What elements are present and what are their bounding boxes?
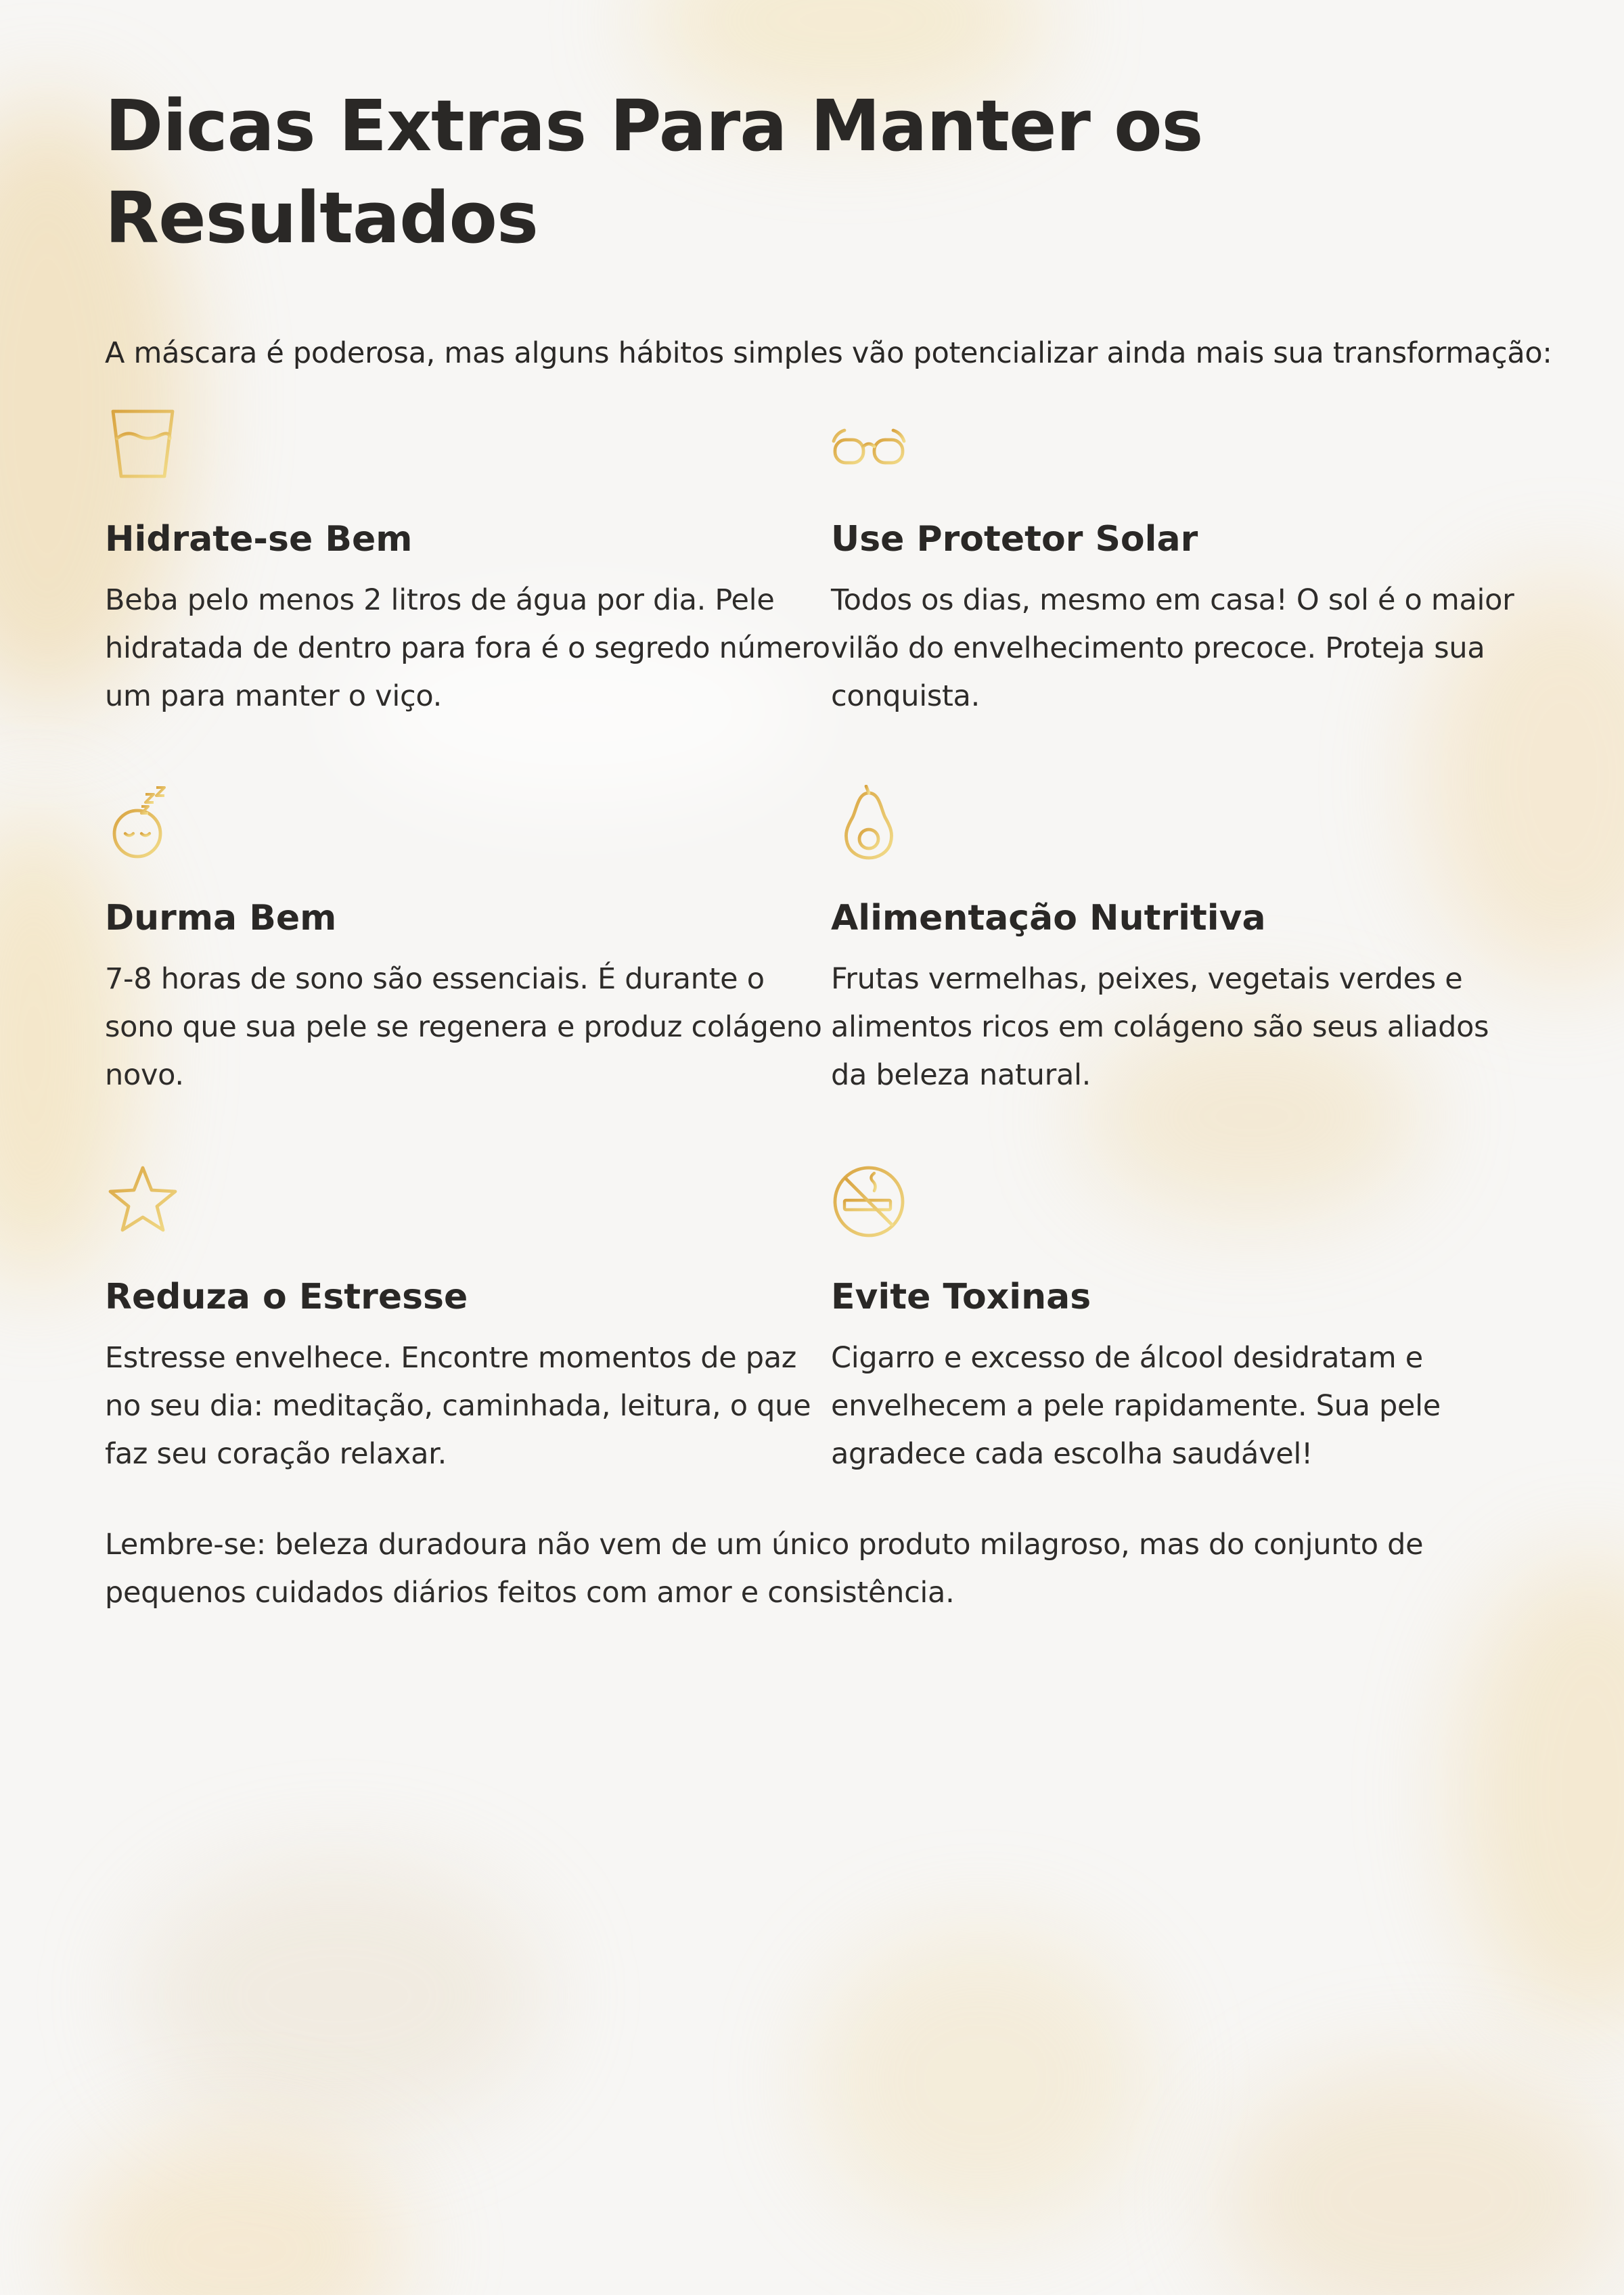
- tip-nutrition: Alimentação Nutritiva Frutas vermelhas, …: [831, 785, 1519, 1164]
- page: Dicas Extras Para Manter os Resultados A…: [0, 0, 1624, 1617]
- tips-grid: Hidrate-se Bem Beba pelo menos 2 litros …: [105, 406, 1519, 1543]
- tip-stress: Reduza o Estresse Estresse envelhece. En…: [105, 1164, 831, 1543]
- page-title: Dicas Extras Para Manter os Resultados: [105, 85, 1203, 259]
- avocado-icon: [844, 785, 893, 860]
- star-icon: [108, 1166, 177, 1232]
- tip-text: Frutas vermelhas, peixes, vegetais verde…: [831, 962, 1489, 1092]
- tip-text: Cigarro e excesso de álcool desidratam e…: [831, 1341, 1441, 1471]
- tip-text: 7-8 horas de sono são essenciais. É dura…: [105, 962, 822, 1092]
- sleeping-face-icon: [112, 786, 166, 859]
- tip-title: Use Protetor Solar: [831, 519, 1198, 560]
- tip-title: Alimentação Nutritiva: [831, 898, 1266, 938]
- tip-text: Beba pelo menos 2 litros de água por dia…: [105, 583, 830, 713]
- tip-sleep: Durma Bem 7-8 horas de sono são essencia…: [105, 785, 831, 1164]
- tip-title: Reduza o Estresse: [105, 1277, 468, 1317]
- tip-toxins: Evite Toxinas Cigarro e excesso de álcoo…: [831, 1164, 1519, 1543]
- closing-text: Lembre-se: beleza duradoura não vem de u…: [105, 1528, 1424, 1610]
- tip-hydrate: Hidrate-se Bem Beba pelo menos 2 litros …: [105, 406, 831, 785]
- tip-title: Durma Bem: [105, 898, 337, 938]
- intro-text: A máscara é poderosa, mas alguns hábitos…: [105, 336, 1552, 370]
- tip-title: Hidrate-se Bem: [105, 519, 413, 560]
- tip-sunscreen: Use Protetor Solar Todos os dias, mesmo …: [831, 406, 1519, 785]
- tip-title: Evite Toxinas: [831, 1277, 1091, 1317]
- tip-text: Todos os dias, mesmo em casa! O sol é o …: [831, 583, 1514, 713]
- sunglasses-icon: [832, 428, 906, 465]
- glass-of-water-icon: [111, 409, 175, 478]
- no-smoking-icon: [833, 1166, 905, 1237]
- tip-text: Estresse envelhece. Encontre momentos de…: [105, 1341, 811, 1471]
